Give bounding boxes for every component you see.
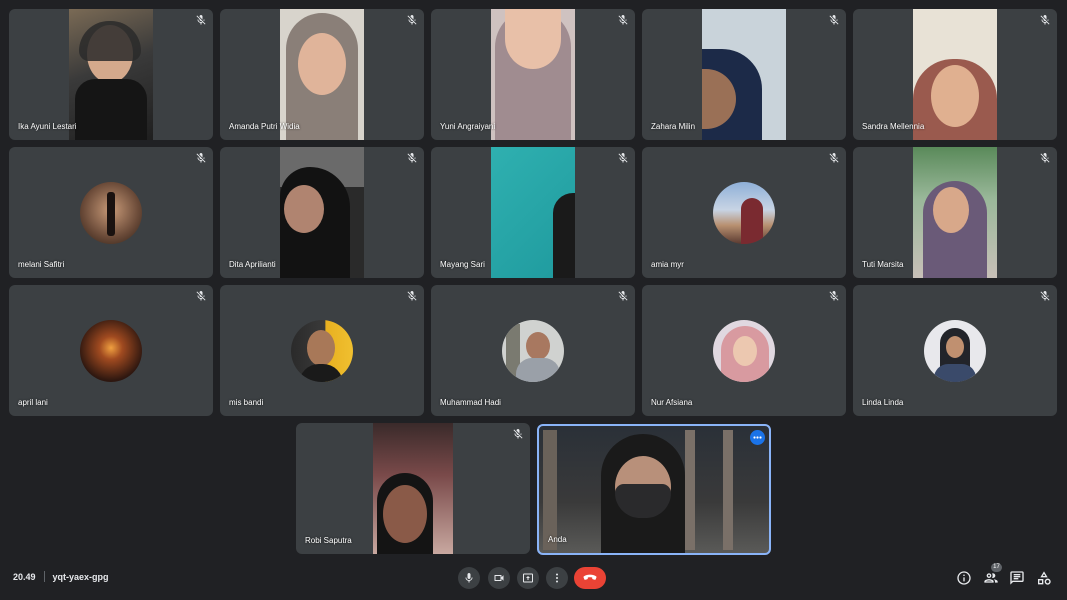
microphone-button[interactable] (458, 567, 480, 589)
avatar (502, 319, 564, 382)
avatar (713, 181, 775, 244)
participant-tile[interactable]: Tuti Marsita (853, 147, 1057, 278)
participant-name: Robi Saputra (305, 536, 352, 545)
participant-name: Nur Afsiana (651, 398, 693, 407)
mic-icon (465, 573, 473, 583)
background-pillars (723, 430, 733, 550)
divider (43, 571, 45, 582)
avatar (713, 319, 775, 382)
participant-name: april lani (18, 398, 48, 407)
participant-tile[interactable]: Yuni Angraiyani (431, 9, 635, 140)
participant-video (280, 147, 364, 278)
avatar (80, 319, 142, 382)
participant-tile[interactable]: Amanda Putri Widia (220, 9, 424, 140)
participant-name: Muhammad Hadi (440, 398, 501, 407)
background-pillars (685, 430, 695, 550)
meeting-details: 20.49 yqt-yaex-gpg (13, 571, 109, 582)
participant-tile[interactable]: Linda Linda (853, 285, 1057, 416)
mic-off-icon (406, 152, 418, 164)
activities-button[interactable] (1036, 570, 1052, 586)
meeting-time: 20.49 (13, 571, 36, 582)
mic-off-icon (617, 290, 629, 302)
participant-video (491, 147, 575, 278)
participant-tile[interactable]: Dita Aprilianti (220, 147, 424, 278)
participant-name: Mayang Sari (440, 260, 485, 269)
people-icon (984, 573, 998, 583)
participant-tile[interactable]: melani Safitri (9, 147, 213, 278)
avatar (291, 319, 353, 382)
more-options-button[interactable] (546, 567, 568, 589)
participant-video (913, 147, 997, 278)
mic-off-icon (617, 14, 629, 26)
participant-name: Zahara Milin (651, 122, 696, 131)
mic-off-icon (828, 152, 840, 164)
participant-name: Yuni Angraiyani (440, 122, 496, 131)
participant-video (913, 9, 997, 140)
participant-name: Tuti Marsita (862, 260, 904, 269)
participant-video (69, 9, 153, 140)
participant-tile[interactable]: Zahara Milin (642, 9, 846, 140)
participant-tile[interactable]: Sandra Mellennia (853, 9, 1057, 140)
participant-tile[interactable]: Ika Ayuni Lestari (9, 9, 213, 140)
participant-name: Ika Ayuni Lestari (18, 122, 77, 131)
leave-call-button[interactable] (574, 567, 606, 589)
mic-off-icon (195, 152, 207, 164)
participant-video (373, 423, 453, 554)
participant-count-badge: 17 (991, 563, 1002, 572)
people-button[interactable] (983, 570, 999, 586)
mic-off-icon (406, 14, 418, 26)
mic-off-icon (1039, 152, 1051, 164)
mic-off-icon (828, 290, 840, 302)
participant-name: mis bandi (229, 398, 264, 407)
mic-off-icon (512, 428, 524, 440)
participant-name: amia myr (651, 260, 684, 269)
participant-name: Sandra Mellennia (862, 122, 925, 131)
meeting-code: yqt-yaex-gpg (52, 571, 109, 582)
more-vert-icon (556, 573, 558, 583)
mic-off-icon (1039, 290, 1051, 302)
participant-name: Dita Aprilianti (229, 260, 276, 269)
camera-icon (494, 575, 504, 581)
chat-icon (1010, 571, 1024, 585)
info-icon (957, 571, 971, 585)
more-horiz-icon (753, 436, 762, 439)
participant-name: Anda (548, 535, 567, 544)
mic-off-icon (617, 152, 629, 164)
participant-name: Linda Linda (862, 398, 904, 407)
present-screen-icon (523, 573, 533, 583)
participant-video (491, 9, 575, 140)
activities-icon (1038, 571, 1051, 585)
present-button[interactable] (517, 567, 539, 589)
participant-name: Amanda Putri Widia (229, 122, 300, 131)
hang-up-icon (583, 574, 597, 580)
background-pillars (543, 430, 557, 550)
mic-off-icon (195, 290, 207, 302)
mic-off-icon (406, 290, 418, 302)
mic-off-icon (195, 14, 207, 26)
participant-tile[interactable]: Nur Afsiana (642, 285, 846, 416)
participant-tile[interactable]: Robi Saputra (296, 423, 530, 554)
mic-off-icon (828, 14, 840, 26)
participant-tile[interactable]: amia myr (642, 147, 846, 278)
participant-tile[interactable]: april lani (9, 285, 213, 416)
participant-tile[interactable]: Mayang Sari (431, 147, 635, 278)
meeting-details-button[interactable] (956, 570, 972, 586)
camera-button[interactable] (488, 567, 510, 589)
avatar (924, 319, 986, 382)
participant-tile[interactable]: mis bandi (220, 285, 424, 416)
self-view-tile[interactable]: Anda (537, 424, 771, 555)
chat-button[interactable] (1009, 570, 1025, 586)
participant-video (280, 9, 364, 140)
participant-tile[interactable]: Muhammad Hadi (431, 285, 635, 416)
avatar (80, 181, 142, 244)
participant-video (702, 9, 786, 140)
participant-name: melani Safitri (18, 260, 65, 269)
mic-off-icon (1039, 14, 1051, 26)
more-options-button[interactable] (750, 430, 765, 445)
